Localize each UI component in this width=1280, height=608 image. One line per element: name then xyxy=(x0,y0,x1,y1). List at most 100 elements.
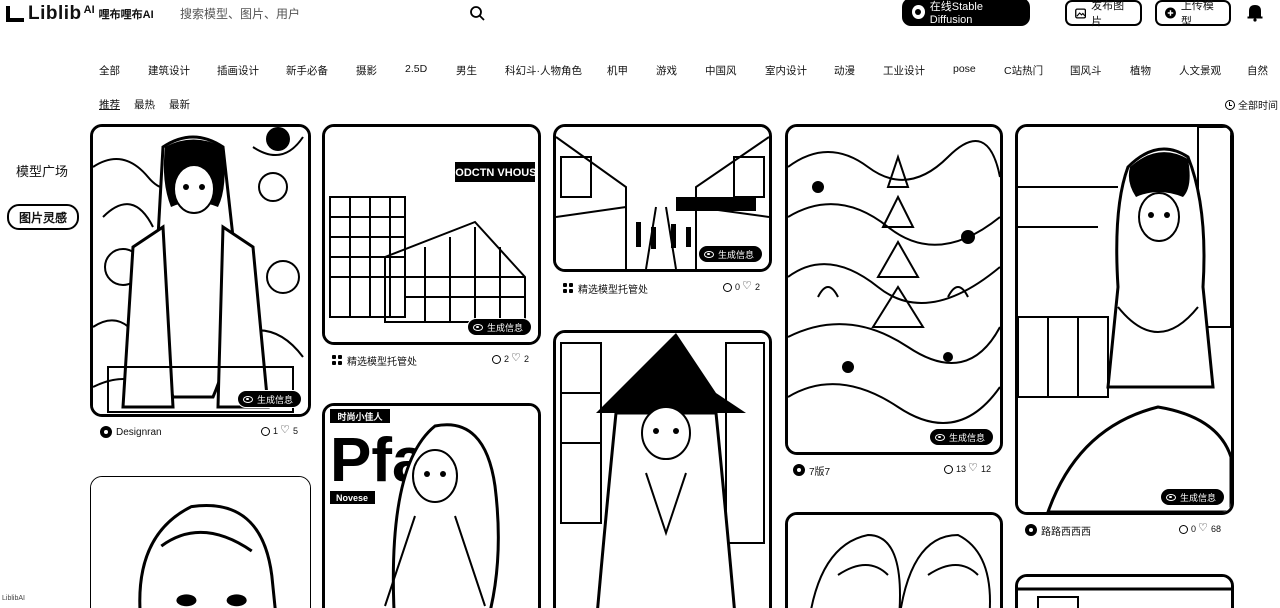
card-thumbnail[interactable] xyxy=(90,476,311,608)
heart-icon[interactable] xyxy=(280,424,290,436)
image-card[interactable]: 生成信息 Designran 1 5 xyxy=(90,124,311,444)
category-interior[interactable]: 室内设计 xyxy=(765,63,807,78)
image-card[interactable]: 生成信息 7版7 13 12 xyxy=(785,124,1003,484)
card-meta: 精选模型托管处 2 2 xyxy=(322,352,541,368)
generate-info-label: 生成信息 xyxy=(256,394,293,405)
card-thumbnail[interactable]: 时尚小佳人 Pfal Novese xyxy=(322,403,541,608)
image-card[interactable]: 生成信息 路路西西西 0 68 xyxy=(1015,124,1234,544)
plus-circle-icon xyxy=(1165,7,1176,19)
card-thumbnail[interactable]: 生成信息 xyxy=(1015,124,1234,515)
card-author[interactable]: 精选模型托管处 xyxy=(332,353,417,368)
generate-info-label: 生成信息 xyxy=(717,249,754,260)
category-2-5d[interactable]: 2.5D xyxy=(405,63,427,75)
card-meta: 7版7 13 12 xyxy=(785,462,1003,478)
generate-info-button[interactable]: 生成信息 xyxy=(236,390,302,408)
logo-text: Liblib xyxy=(28,3,82,24)
card-thumbnail[interactable] xyxy=(1015,574,1234,608)
card-author[interactable]: Designran xyxy=(100,426,162,438)
search-input[interactable] xyxy=(180,4,450,24)
category-scifi-character[interactable]: 科幻斗·人物角色 xyxy=(505,63,582,78)
heart-icon[interactable] xyxy=(968,462,978,474)
thumbnail-image xyxy=(1018,577,1231,608)
card-stats: 0 2 xyxy=(722,280,760,292)
category-nature[interactable]: 自然 xyxy=(1247,63,1268,78)
avatar[interactable] xyxy=(1025,524,1037,536)
model-host-icon[interactable] xyxy=(332,354,343,366)
category-pose[interactable]: pose xyxy=(953,63,976,75)
card-author[interactable]: 路路西西西 xyxy=(1025,523,1091,538)
category-c-hot[interactable]: C站热门 xyxy=(1004,63,1043,78)
sort-hottest[interactable]: 最热 xyxy=(134,97,155,112)
category-beginner[interactable]: 新手必备 xyxy=(286,63,328,78)
publish-image-label: 发布图片 xyxy=(1091,0,1125,28)
category-all[interactable]: 全部 xyxy=(99,63,120,78)
image-card[interactable] xyxy=(90,476,311,608)
category-mecha[interactable]: 机甲 xyxy=(607,63,628,78)
thumbnail-image xyxy=(788,515,1000,608)
category-game[interactable]: 游戏 xyxy=(656,63,677,78)
online-sd-label: 在线Stable Diffusion xyxy=(929,1,983,26)
image-card[interactable]: MODCTN VHOUSE 生成信息 精选模型托管处 2 2 xyxy=(322,124,541,374)
sidebar-item-image-gallery[interactable]: 图片灵感 xyxy=(7,204,79,230)
thumbnail-image xyxy=(93,127,308,414)
heart-icon[interactable] xyxy=(511,352,521,364)
model-host-icon[interactable] xyxy=(563,282,574,294)
thumbnail-image: MODCTN VHOUSE xyxy=(325,127,538,342)
logo-cn-text: 哩布哩布AI xyxy=(98,9,154,21)
card-thumbnail[interactable] xyxy=(553,330,772,608)
online-sd-button[interactable]: 在线Stable Diffusion xyxy=(902,0,1030,26)
category-industrial[interactable]: 工业设计 xyxy=(883,63,925,78)
category-plants[interactable]: 植物 xyxy=(1130,63,1151,78)
author-name[interactable]: 7版7 xyxy=(809,463,830,478)
card-author[interactable]: 7版7 xyxy=(793,463,830,478)
sort-recommended[interactable]: 推荐 xyxy=(99,97,120,112)
liblib-logo[interactable]: Liblib AI 哩布哩布AI xyxy=(4,3,154,25)
card-thumbnail[interactable]: 生成信息 xyxy=(90,124,311,417)
category-photography[interactable]: 摄影 xyxy=(356,63,377,78)
generate-info-label: 生成信息 xyxy=(1179,492,1216,503)
notification-bell-icon[interactable] xyxy=(1245,2,1265,22)
author-name[interactable]: Designran xyxy=(116,427,162,438)
card-author[interactable]: 精选模型托管处 xyxy=(563,281,648,296)
image-icon xyxy=(1075,7,1087,19)
comment-count: 0 xyxy=(1190,524,1196,534)
category-male[interactable]: 男生 xyxy=(456,63,477,78)
card-thumbnail[interactable] xyxy=(785,512,1003,608)
generate-info-button[interactable]: 生成信息 xyxy=(928,428,994,446)
category-anime[interactable]: 动漫 xyxy=(834,63,855,78)
image-card[interactable] xyxy=(785,512,1003,608)
category-chinese-style[interactable]: 中国风 xyxy=(705,63,737,78)
publish-image-button[interactable]: 发布图片 xyxy=(1065,0,1142,28)
clock-icon xyxy=(1225,99,1235,110)
category-illustration[interactable]: 插画设计 xyxy=(217,63,259,78)
card-thumbnail[interactable]: MODCTN VHOUSE 生成信息 xyxy=(322,124,541,345)
card-thumbnail[interactable]: 生成信息 xyxy=(785,124,1003,455)
search-icon[interactable] xyxy=(469,5,485,21)
category-landscape[interactable]: 人文景观 xyxy=(1179,63,1221,78)
sort-newest[interactable]: 最新 xyxy=(169,97,190,112)
avatar[interactable] xyxy=(793,464,805,476)
generate-info-label: 生成信息 xyxy=(486,322,523,333)
generate-info-button[interactable]: 生成信息 xyxy=(466,318,532,336)
category-guofeng[interactable]: 国风斗 xyxy=(1070,63,1102,78)
image-card[interactable] xyxy=(553,330,772,608)
comment-count: 13 xyxy=(955,464,966,474)
image-card[interactable]: 时尚小佳人 Pfal Novese xyxy=(322,403,541,608)
avatar[interactable] xyxy=(100,426,112,438)
author-name[interactable]: 精选模型托管处 xyxy=(578,281,648,296)
upload-model-button[interactable]: 上传模型 xyxy=(1155,0,1231,28)
generate-info-button[interactable]: 生成信息 xyxy=(1159,488,1225,506)
card-thumbnail[interactable]: 生成信息 xyxy=(553,124,772,272)
like-count: 68 xyxy=(1210,524,1221,534)
image-card[interactable]: 生成信息 精选模型托管处 0 2 xyxy=(553,124,772,299)
category-architecture[interactable]: 建筑设计 xyxy=(148,63,190,78)
image-card[interactable] xyxy=(1015,574,1234,608)
author-name[interactable]: 精选模型托管处 xyxy=(347,353,417,368)
sidebar-item-model-plaza[interactable]: 模型广场 xyxy=(16,161,68,180)
author-name[interactable]: 路路西西西 xyxy=(1041,523,1091,538)
time-filter[interactable]: 全部时间 xyxy=(1225,97,1278,112)
heart-icon[interactable] xyxy=(742,280,752,292)
time-filter-label: 全部时间 xyxy=(1238,101,1278,112)
generate-info-button[interactable]: 生成信息 xyxy=(697,245,763,263)
heart-icon[interactable] xyxy=(1198,522,1208,534)
